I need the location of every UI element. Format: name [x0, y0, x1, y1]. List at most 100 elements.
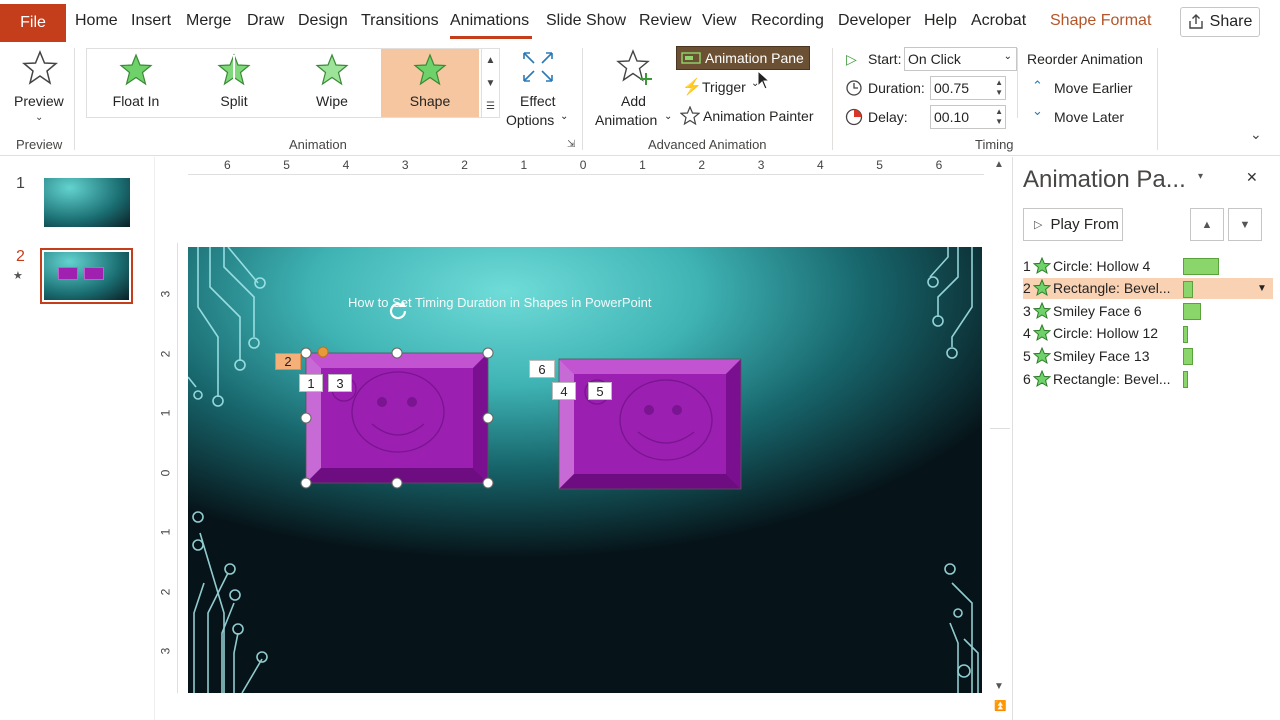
duration-value: 00.75: [934, 80, 970, 96]
timeline-bar[interactable]: [1183, 371, 1188, 388]
tab-design[interactable]: Design: [298, 12, 348, 30]
chevron-down-icon: ⌄: [664, 111, 673, 122]
move-up-button[interactable]: ▲: [1190, 208, 1224, 241]
animation-tag-4[interactable]: 4: [552, 382, 576, 400]
spinner-arrows-icon[interactable]: ▲ ▼: [995, 107, 1003, 127]
spinner-arrows-icon[interactable]: ▲ ▼: [995, 78, 1003, 98]
gallery-scroll: ▲ ▼ ☰: [482, 48, 500, 118]
dialog-launcher-icon[interactable]: ⇲: [567, 139, 575, 150]
tab-file[interactable]: File: [0, 4, 66, 42]
rotate-handle-icon[interactable]: [386, 299, 410, 323]
delay-field[interactable]: 00.10 ▲ ▼: [930, 105, 1006, 129]
slide-thumbnail-1[interactable]: [44, 178, 130, 227]
tab-animations[interactable]: Animations: [450, 12, 529, 30]
tab-review[interactable]: Review: [639, 12, 691, 30]
start-dropdown[interactable]: On Click ⌄: [904, 47, 1017, 71]
scroll-up-icon[interactable]: ▲: [994, 159, 1004, 170]
group-separator: [832, 48, 833, 150]
entrance-effect-star-icon: [1033, 256, 1051, 274]
animation-tag-2[interactable]: 2: [275, 353, 301, 370]
entrance-effect-star-icon: [1033, 301, 1051, 319]
animation-list-item[interactable]: 5 Smiley Face 13: [1023, 345, 1273, 366]
preview-button[interactable]: Preview ⌄: [8, 48, 68, 128]
tab-acrobat[interactable]: Acrobat: [971, 12, 1026, 30]
gallery-item-split[interactable]: Split: [185, 49, 283, 117]
trigger-button[interactable]: ⚡ Trigger ⌄: [680, 77, 770, 99]
collapse-ribbon-icon[interactable]: ⌄: [1250, 126, 1262, 143]
animation-pane-button[interactable]: Animation Pane: [676, 46, 810, 70]
play-from-button[interactable]: ▷ Play From: [1023, 208, 1123, 241]
scroll-down-icon[interactable]: ▼: [994, 681, 1004, 692]
gallery-scroll-up-icon[interactable]: ▲: [482, 49, 499, 72]
ribbon: Preview ⌄ Preview Float In Split Wipe Sh…: [0, 44, 1280, 156]
chevron-down-icon: ⌄: [35, 112, 44, 123]
animation-tag-3[interactable]: 3: [328, 374, 352, 392]
active-tab-indicator: [450, 36, 532, 39]
animation-painter-icon: [680, 106, 700, 126]
animation-tag-1[interactable]: 1: [299, 374, 323, 392]
animation-order-number: 2: [1023, 280, 1031, 297]
bevel-rectangle-shape-selected[interactable]: [300, 346, 500, 496]
tab-slide-show[interactable]: Slide Show: [546, 12, 626, 30]
tab-recording[interactable]: Recording: [751, 12, 824, 30]
move-earlier-button[interactable]: ⌃ Move Earlier: [1032, 78, 1142, 98]
animation-painter-button[interactable]: Animation Painter: [680, 106, 820, 128]
bevel-rectangle-shape[interactable]: [558, 358, 744, 494]
add-animation-label-1: Add: [621, 93, 646, 109]
slide-thumbnail-2-selected[interactable]: [40, 248, 133, 304]
move-later-button[interactable]: ⌄ Move Later: [1032, 103, 1142, 127]
previous-slide-icon[interactable]: ⏫: [994, 701, 1006, 712]
gallery-item-shape[interactable]: Shape: [381, 49, 479, 117]
delay-clock-icon: [845, 108, 863, 126]
share-button[interactable]: Share: [1180, 7, 1260, 37]
gallery-scroll-down-icon[interactable]: ▼: [482, 72, 499, 95]
ruler-tick-label: 0: [579, 158, 587, 172]
animation-list-item[interactable]: 3 Smiley Face 6: [1023, 300, 1273, 321]
ruler-tick-label: 1: [520, 158, 528, 172]
gallery-label: Split: [220, 93, 248, 109]
tab-help[interactable]: Help: [924, 12, 957, 30]
animation-order-number: 5: [1023, 347, 1031, 364]
gallery-more-icon[interactable]: ☰: [482, 95, 499, 118]
animation-list-item[interactable]: 4 Circle: Hollow 12: [1023, 323, 1273, 344]
duration-field[interactable]: 00.75 ▲ ▼: [930, 76, 1006, 100]
preview-label: Preview: [14, 93, 64, 109]
tab-draw[interactable]: Draw: [247, 12, 284, 30]
timeline-bar[interactable]: [1183, 303, 1202, 321]
timeline-bar[interactable]: [1183, 280, 1193, 298]
move-later-label: Move Later: [1054, 109, 1125, 125]
tab-shape-format[interactable]: Shape Format: [1050, 12, 1151, 30]
effect-options-button[interactable]: Effect Options ⌄: [504, 48, 574, 130]
group-separator: [1017, 48, 1018, 118]
tab-developer[interactable]: Developer: [838, 12, 911, 30]
animation-tag-6[interactable]: 6: [529, 360, 555, 378]
close-icon[interactable]: ✕: [1246, 169, 1258, 186]
tab-insert[interactable]: Insert: [131, 12, 171, 30]
ruler-tick-label: 2: [158, 588, 173, 595]
powerpoint-window: File Home Insert Merge Draw Design Trans…: [0, 0, 1280, 720]
timeline-bar[interactable]: [1183, 325, 1188, 343]
pane-options-icon[interactable]: ▾: [1198, 171, 1203, 182]
move-down-button[interactable]: ▼: [1228, 208, 1262, 241]
play-triangle-icon: ▷: [846, 51, 857, 67]
animation-list-item[interactable]: 1 Circle: Hollow 4: [1023, 255, 1273, 276]
animation-tag-5[interactable]: 5: [588, 382, 612, 400]
item-dropdown-icon[interactable]: ▼: [1257, 283, 1267, 294]
vertical-scrollbar[interactable]: ▲ ▼ ⏫: [990, 157, 1010, 720]
add-animation-button[interactable]: Add Animation ⌄: [592, 48, 674, 130]
gallery-item-float-in[interactable]: Float In: [87, 49, 185, 117]
tab-view[interactable]: View: [702, 12, 736, 30]
chevron-up-icon: ⌃: [1032, 78, 1043, 93]
tab-home[interactable]: Home: [75, 12, 118, 30]
add-animation-star-icon: [616, 49, 652, 85]
share-icon: [1188, 14, 1203, 29]
gallery-item-wipe[interactable]: Wipe: [283, 49, 381, 117]
tab-merge[interactable]: Merge: [186, 12, 231, 30]
chevron-down-icon: ⌄: [560, 111, 569, 122]
slide-canvas[interactable]: How to Set Timing Duration in Shapes in …: [188, 247, 982, 693]
animation-list-item[interactable]: 6 Rectangle: Bevel...: [1023, 368, 1273, 389]
animation-list-item[interactable]: 2 Rectangle: Bevel... ▼: [1023, 277, 1273, 299]
timeline-bar[interactable]: [1183, 258, 1219, 275]
timeline-bar[interactable]: [1183, 348, 1193, 366]
tab-transitions[interactable]: Transitions: [361, 12, 439, 30]
